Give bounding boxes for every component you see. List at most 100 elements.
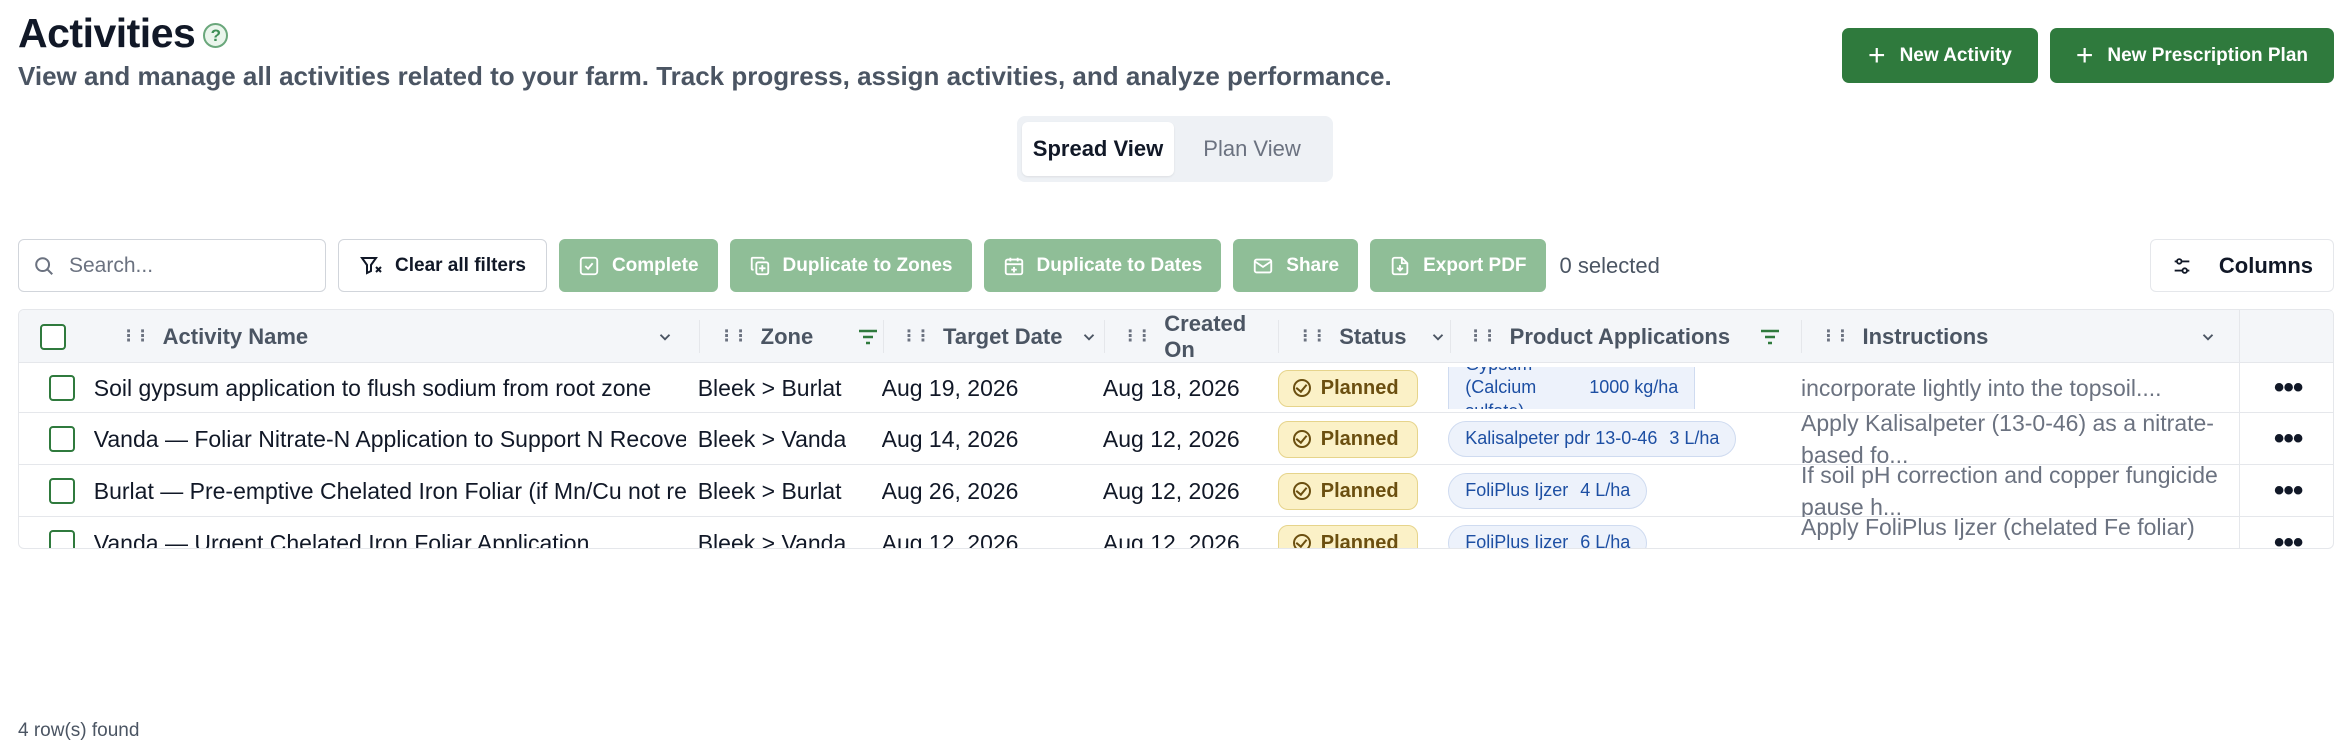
complete-button[interactable]: Complete bbox=[558, 239, 718, 292]
share-button[interactable]: Share bbox=[1233, 239, 1359, 292]
row-checkbox[interactable] bbox=[48, 375, 75, 401]
table-row[interactable]: Soil gypsum application to flush sodium … bbox=[19, 363, 2333, 413]
chevron-down-icon[interactable] bbox=[1429, 328, 1447, 346]
duplicate-to-dates-button[interactable]: Duplicate to Dates bbox=[983, 239, 1222, 292]
instructions-text: Apply Kalisalpeter (13-0-46) as a nitrat… bbox=[1801, 413, 2214, 465]
created-on-cell: Aug 12, 2026 bbox=[1102, 425, 1240, 452]
drag-handle-icon[interactable]: ⋮⋮ bbox=[1122, 328, 1152, 345]
columns-label: Columns bbox=[2218, 252, 2313, 278]
target-date-cell: Aug 14, 2026 bbox=[881, 425, 1019, 452]
zone-cell: Bleek > Burlat bbox=[697, 374, 842, 401]
chevron-down-icon[interactable] bbox=[2199, 328, 2217, 346]
column-label-status: Status bbox=[1339, 323, 1407, 349]
row-menu-button[interactable]: ••• bbox=[2240, 363, 2333, 413]
table-header: ⋮⋮ Activity Name ⋮⋮ Zone ⋮⋮ Target Date … bbox=[19, 310, 2333, 363]
check-circle-icon bbox=[1292, 430, 1311, 448]
product-chip[interactable]: FoliPlus Ijzer 6 L/ha bbox=[1448, 525, 1648, 549]
instructions-cell: Apply FoliPlus Ijzer (chelated Fe foliar… bbox=[1801, 517, 2219, 548]
status-label: Planned bbox=[1320, 376, 1399, 399]
drag-handle-icon[interactable]: ⋮⋮ bbox=[1820, 328, 1850, 345]
table-row[interactable]: Burlat — Pre-emptive Chelated Iron Folia… bbox=[19, 465, 2333, 517]
product-amount: 6 L/ha bbox=[1580, 532, 1631, 549]
column-header-target-date[interactable]: ⋮⋮ Target Date bbox=[901, 310, 1098, 363]
export-pdf-label: Export PDF bbox=[1423, 254, 1527, 276]
new-activity-button[interactable]: + New Activity bbox=[1842, 28, 2038, 83]
table-row[interactable]: Vanda — Urgent Chelated Iron Foliar Appl… bbox=[19, 517, 2333, 549]
table-row[interactable]: Vanda — Foliar Nitrate-N Application to … bbox=[19, 413, 2333, 465]
row-menu-button[interactable]: ••• bbox=[2240, 413, 2333, 465]
column-header-instructions[interactable]: ⋮⋮ Instructions bbox=[1820, 310, 2216, 363]
duplicate-to-zones-button[interactable]: Duplicate to Zones bbox=[729, 239, 972, 292]
drag-handle-icon[interactable]: ⋮⋮ bbox=[901, 328, 931, 345]
column-header-activity-name[interactable]: ⋮⋮ Activity Name bbox=[121, 310, 674, 363]
row-menu-button[interactable]: ••• bbox=[2240, 517, 2333, 549]
filter-icon[interactable] bbox=[1758, 325, 1782, 349]
row-select-cell bbox=[48, 375, 75, 401]
instructions-text: incorporate lightly into the topsoil.... bbox=[1801, 374, 2162, 401]
filter-clear-icon bbox=[360, 256, 382, 275]
product-amount: 1000 kg/ha bbox=[1589, 377, 1679, 398]
target-date-cell: Aug 12, 2026 bbox=[881, 529, 1019, 549]
search-input[interactable] bbox=[67, 252, 307, 279]
status-cell: Planned bbox=[1277, 517, 1418, 548]
copy-icon bbox=[750, 256, 769, 275]
row-select-cell bbox=[48, 530, 75, 548]
drag-handle-icon[interactable]: ⋮⋮ bbox=[719, 328, 749, 345]
row-menu-button[interactable]: ••• bbox=[2240, 465, 2333, 517]
export-pdf-button[interactable]: Export PDF bbox=[1370, 239, 1546, 292]
product-chip[interactable]: Kalisalpeter pdr 13-0-46 3 L/ha bbox=[1448, 421, 1737, 457]
new-prescription-plan-button[interactable]: + New Prescription Plan bbox=[2049, 28, 2334, 83]
zone-cell: Bleek > Vanda bbox=[697, 425, 847, 452]
columns-button[interactable]: Columns bbox=[2149, 239, 2334, 292]
chevron-down-icon[interactable] bbox=[656, 328, 674, 346]
activity-name-cell[interactable]: Vanda — Foliar Nitrate-N Application to … bbox=[94, 413, 686, 465]
column-label-created-on: Created On bbox=[1164, 310, 1247, 362]
status-cell: Planned bbox=[1277, 363, 1418, 413]
calendar-plus-icon bbox=[1004, 257, 1023, 275]
rows-found: 4 row(s) found bbox=[18, 720, 140, 741]
drag-handle-icon[interactable]: ⋮⋮ bbox=[121, 328, 151, 345]
column-header-product-applications[interactable]: ⋮⋮ Product Applications bbox=[1468, 310, 1782, 363]
activity-name-cell[interactable]: Vanda — Urgent Chelated Iron Foliar Appl… bbox=[94, 517, 686, 549]
mail-icon bbox=[1254, 258, 1273, 273]
search-icon bbox=[35, 256, 53, 275]
product-chip[interactable]: Gypsum (Calcium sulfate) 1000 kg/ha bbox=[1448, 367, 1696, 409]
check-circle-icon bbox=[1292, 379, 1311, 397]
select-all-checkbox[interactable] bbox=[39, 323, 66, 350]
activity-name-cell[interactable]: Burlat — Pre-emptive Chelated Iron Folia… bbox=[94, 465, 686, 517]
row-checkbox[interactable] bbox=[48, 530, 75, 548]
product-name: Gypsum (Calcium sulfate) bbox=[1465, 367, 1537, 409]
table-toolbar: Clear all filters Complete Duplicate to … bbox=[18, 239, 2334, 292]
filter-icon[interactable] bbox=[856, 325, 880, 349]
product-chip[interactable]: FoliPlus Ijzer 4 L/ha bbox=[1448, 473, 1648, 509]
clear-filters-button[interactable]: Clear all filters bbox=[338, 239, 547, 292]
new-activity-label: New Activity bbox=[1899, 44, 2012, 66]
drag-handle-icon[interactable]: ⋮⋮ bbox=[1468, 328, 1498, 345]
instructions-cell: Apply Kalisalpeter (13-0-46) as a nitrat… bbox=[1801, 413, 2219, 465]
instructions-text: Apply FoliPlus Ijzer (chelated Fe foliar… bbox=[1801, 517, 2195, 548]
spread-view-tab[interactable]: Spread View bbox=[1022, 122, 1174, 176]
zone-cell: Bleek > Burlat bbox=[697, 477, 842, 504]
plus-icon: + bbox=[2075, 38, 2094, 72]
row-checkbox[interactable] bbox=[48, 478, 75, 504]
product-cell: FoliPlus Ijzer 4 L/ha bbox=[1448, 465, 1648, 517]
product-amount: 4 L/ha bbox=[1580, 480, 1631, 501]
row-checkbox[interactable] bbox=[48, 426, 75, 452]
instructions-text: If soil pH correction and copper fungici… bbox=[1801, 465, 2218, 517]
activity-name-cell[interactable]: Soil gypsum application to flush sodium … bbox=[94, 363, 686, 413]
product-name: Kalisalpeter pdr 13-0-46 bbox=[1465, 428, 1658, 449]
page-title: Activities bbox=[18, 10, 196, 56]
new-prescription-plan-label: New Prescription Plan bbox=[2107, 44, 2308, 66]
column-header-zone[interactable]: ⋮⋮ Zone bbox=[719, 310, 880, 363]
column-header-created-on[interactable]: ⋮⋮ Created On bbox=[1122, 310, 1272, 363]
help-icon[interactable]: ? bbox=[203, 23, 229, 48]
row-actions-column: ••• ••• ••• ••• bbox=[2239, 363, 2333, 549]
drag-handle-icon[interactable]: ⋮⋮ bbox=[1297, 328, 1327, 345]
clear-filters-label: Clear all filters bbox=[395, 254, 526, 276]
top-actions: + New Activity + New Prescription Plan bbox=[1842, 28, 2334, 83]
plan-view-tab[interactable]: Plan View bbox=[1176, 122, 1328, 176]
column-header-status[interactable]: ⋮⋮ Status bbox=[1297, 310, 1447, 363]
page-subtitle: View and manage all activities related t… bbox=[18, 61, 1392, 91]
search-box[interactable] bbox=[18, 239, 326, 292]
chevron-down-icon[interactable] bbox=[1080, 328, 1098, 346]
